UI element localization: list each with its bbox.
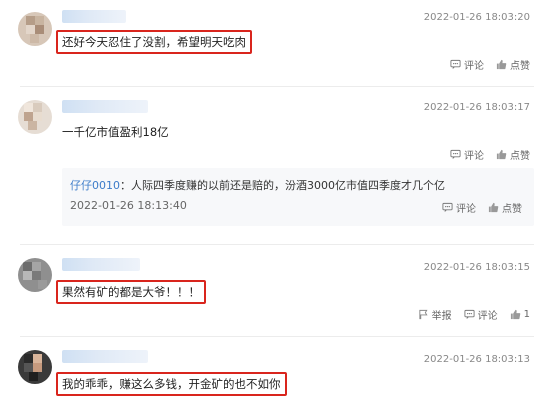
comment-icon <box>450 149 461 160</box>
comment-item: 2022-01-26 18:03:20 还好今天忍住了没割，希望明天吃肉 评论 … <box>0 0 554 86</box>
reply-timestamp: 2022-01-26 18:13:40 <box>70 199 187 212</box>
comment-text: 还好今天忍住了没割，希望明天吃肉 <box>56 30 252 54</box>
avatar[interactable] <box>18 12 52 46</box>
thumbs-up-icon <box>496 149 507 160</box>
like-button-label: 点赞 <box>510 151 530 162</box>
comment-actions: 评论 点赞 <box>450 147 530 162</box>
avatar[interactable] <box>18 350 52 384</box>
comment-text: 果然有矿的都是大爷！！！ <box>56 280 206 304</box>
comment-actions: 举报 评论 1 <box>418 307 530 322</box>
comment-text: 我的乖乖，赚这么多钱，开金矿的也不如你 <box>56 372 287 396</box>
like-button[interactable]: 点赞 <box>496 147 530 162</box>
comment-item: 2022-01-26 18:03:13 我的乖乖，赚这么多钱，开金矿的也不如你 <box>0 338 554 396</box>
comment-button[interactable]: 评论 <box>450 147 484 162</box>
divider <box>20 86 534 87</box>
divider <box>20 336 534 337</box>
avatar[interactable] <box>18 100 52 134</box>
comment-timestamp: 2022-01-26 18:03:20 <box>423 12 530 23</box>
like-button-label: 点赞 <box>502 204 522 215</box>
username-blurred[interactable] <box>62 10 126 23</box>
report-icon <box>419 309 428 320</box>
thumbs-up-icon <box>510 309 520 320</box>
reply-text: 仔仔0010：人际四季度赚的以前还是赔的，汾酒3000亿市值四季度才几个亿 <box>70 177 445 193</box>
comment-button-label: 评论 <box>464 151 484 162</box>
username-blurred[interactable] <box>62 350 148 363</box>
comment-timestamp: 2022-01-26 18:03:15 <box>423 262 530 273</box>
reply-box: 仔仔0010：人际四季度赚的以前还是赔的，汾酒3000亿市值四季度才几个亿 20… <box>62 168 534 226</box>
comment-button[interactable]: 评论 <box>464 307 498 322</box>
avatar[interactable] <box>18 258 52 292</box>
comment-icon <box>450 59 461 70</box>
reply-username[interactable]: 仔仔0010 <box>70 179 120 192</box>
comment-icon <box>442 202 453 213</box>
username-blurred[interactable] <box>62 258 140 271</box>
comment-text: 一千亿市值盈利18亿 <box>62 125 169 139</box>
like-button[interactable]: 点赞 <box>488 200 522 215</box>
comment-button-label: 评论 <box>456 204 476 215</box>
comment-timestamp: 2022-01-26 18:03:13 <box>423 354 530 365</box>
report-button-label: 举报 <box>431 311 452 322</box>
divider <box>20 244 534 245</box>
comment-icon <box>464 309 475 320</box>
comment-item: 2022-01-26 18:03:17 一千亿市值盈利18亿 评论 点赞 仔仔0… <box>0 88 554 244</box>
report-button[interactable]: 举报 <box>418 307 452 322</box>
like-count: 1 <box>523 309 530 320</box>
thumbs-up-icon <box>488 202 499 213</box>
comment-button[interactable]: 评论 <box>450 57 484 72</box>
reply-actions: 评论 点赞 <box>442 200 522 215</box>
like-button-label: 点赞 <box>510 61 530 72</box>
like-button[interactable]: 1 <box>510 309 530 320</box>
comment-button-label: 评论 <box>464 61 484 72</box>
comment-timestamp: 2022-01-26 18:03:17 <box>423 102 530 113</box>
username-blurred[interactable] <box>62 100 148 113</box>
like-button[interactable]: 点赞 <box>496 57 530 72</box>
thumbs-up-icon <box>496 59 507 70</box>
comment-button-label: 评论 <box>477 311 498 322</box>
comment-button[interactable]: 评论 <box>442 200 476 215</box>
comment-actions: 评论 点赞 <box>450 57 530 72</box>
reply-content: ：人际四季度赚的以前还是赔的，汾酒3000亿市值四季度才几个亿 <box>120 179 445 192</box>
comment-item: 2022-01-26 18:03:15 果然有矿的都是大爷！！！ 举报 评论 1 <box>0 246 554 336</box>
